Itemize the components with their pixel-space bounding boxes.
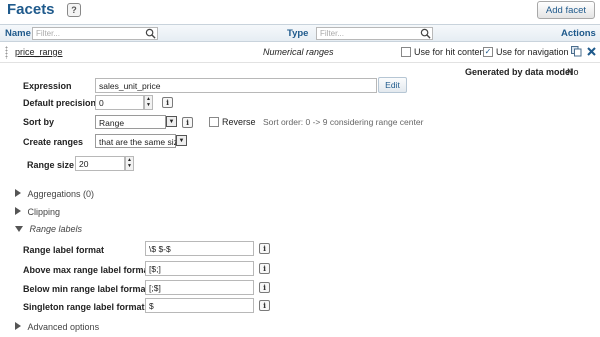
info-icon[interactable]: i bbox=[259, 300, 270, 311]
name-filter-input[interactable] bbox=[32, 27, 158, 40]
range-size-label: Range size bbox=[27, 160, 75, 170]
sort-by-select[interactable]: Range bbox=[95, 115, 166, 129]
navigation-checkbox[interactable]: ✓ bbox=[483, 47, 493, 57]
info-icon[interactable]: i bbox=[182, 117, 193, 128]
singleton-label: Singleton range label format bbox=[23, 302, 145, 312]
section-advanced-options[interactable]: Advanced options bbox=[15, 322, 99, 332]
info-icon[interactable]: i bbox=[162, 97, 173, 108]
section-clipping[interactable]: Clipping bbox=[15, 207, 60, 217]
range-size-field[interactable]: 20 bbox=[75, 156, 125, 171]
hit-content-label: Use for hit content bbox=[414, 47, 488, 57]
reverse-checkbox[interactable] bbox=[209, 117, 219, 127]
range-label-format-field[interactable]: \$ $-$ bbox=[145, 241, 254, 256]
expression-field[interactable]: sales_unit_price bbox=[95, 78, 377, 93]
singleton-field[interactable]: $ bbox=[145, 298, 254, 313]
sort-hint: Sort order: 0 -> 9 considering range cen… bbox=[263, 117, 424, 127]
info-icon[interactable]: i bbox=[259, 263, 270, 274]
row-divider bbox=[0, 62, 600, 63]
magnifier-icon[interactable] bbox=[420, 28, 431, 39]
magnifier-icon[interactable] bbox=[145, 28, 156, 39]
add-facet-button[interactable]: Add facet bbox=[537, 1, 595, 19]
close-icon[interactable] bbox=[587, 47, 596, 56]
section-aggregations[interactable]: Aggregations (0) bbox=[15, 189, 94, 199]
facet-type: Numerical ranges bbox=[263, 47, 334, 57]
actions-column-header: Actions bbox=[561, 28, 596, 39]
navigation-label: Use for navigation bbox=[496, 47, 569, 57]
facet-name-link[interactable]: price_range bbox=[15, 47, 63, 57]
drag-handle[interactable] bbox=[5, 46, 8, 59]
generated-label: Generated by data model bbox=[465, 67, 573, 77]
type-filter-input[interactable] bbox=[316, 27, 433, 40]
triangle-right-icon bbox=[15, 189, 21, 197]
reverse-label: Reverse bbox=[222, 117, 256, 127]
below-min-label: Below min range label format bbox=[23, 284, 149, 294]
triangle-right-icon bbox=[15, 207, 21, 215]
name-column-header[interactable]: Name bbox=[5, 28, 31, 39]
triangle-right-icon bbox=[15, 322, 21, 330]
default-precision-label: Default precision bbox=[23, 98, 97, 108]
above-max-label: Above max range label format bbox=[23, 265, 152, 275]
range-size-stepper[interactable]: ▲ ▼ bbox=[125, 156, 134, 171]
above-max-field[interactable]: [$;] bbox=[145, 261, 254, 276]
page-title: Facets bbox=[7, 1, 55, 18]
section-range-labels[interactable]: Range labels bbox=[15, 224, 82, 234]
sort-by-label: Sort by bbox=[23, 117, 55, 127]
create-ranges-select[interactable]: that are the same size bbox=[95, 134, 183, 148]
info-icon[interactable]: i bbox=[259, 243, 270, 254]
edit-button[interactable]: Edit bbox=[378, 77, 407, 93]
range-label-format-label: Range label format bbox=[23, 245, 105, 255]
precision-field[interactable]: 0 bbox=[95, 95, 144, 110]
hit-content-checkbox[interactable] bbox=[401, 47, 411, 57]
help-icon[interactable]: ? bbox=[67, 3, 81, 17]
copy-icon[interactable] bbox=[571, 46, 582, 57]
triangle-down-icon bbox=[15, 226, 23, 232]
precision-stepper[interactable]: ▲ ▼ bbox=[144, 95, 153, 110]
below-min-field[interactable]: [;$] bbox=[145, 280, 254, 295]
chevron-down-icon[interactable]: ▼ bbox=[166, 116, 177, 127]
info-icon[interactable]: i bbox=[259, 282, 270, 293]
chevron-down-icon[interactable]: ▼ bbox=[176, 135, 187, 146]
create-ranges-label: Create ranges bbox=[23, 137, 84, 147]
type-column-header[interactable]: Type bbox=[287, 28, 308, 39]
generated-value: No bbox=[567, 67, 579, 77]
expression-label: Expression bbox=[23, 81, 72, 91]
